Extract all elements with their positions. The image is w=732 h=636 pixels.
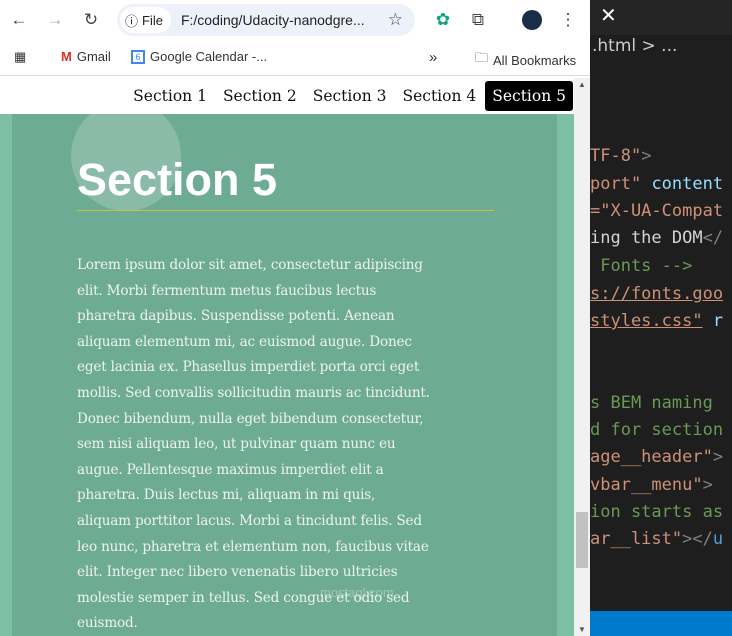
section-5: Section 5 Lorem ipsum dolor sit amet, co… — [12, 101, 557, 636]
paragraph-line: sem nisi aliquam leo, ut pulvinar quam n… — [77, 436, 396, 453]
nav-link-section-5[interactable]: Section 5 — [485, 81, 573, 111]
paragraph-line: aliquam porttitor lacus. Morbi a tincidu… — [77, 512, 422, 529]
address-bar[interactable]: ⓘ File F:/coding/Udacity-nanodgre... ☆ — [117, 4, 415, 36]
code-line: Fonts --> — [590, 256, 692, 276]
paragraph-line: Donec bibendum, nulla eget bibendum cons… — [77, 410, 424, 427]
code-line: ing the DOM</ — [590, 228, 723, 248]
chatgpt-extension-icon[interactable]: ✿ — [431, 8, 455, 32]
all-bookmarks-label: All Bookmarks — [493, 52, 577, 68]
code-token: > — [712, 447, 724, 467]
status-bar — [590, 611, 732, 636]
nav-link-section-2[interactable]: Section 2 — [216, 81, 304, 111]
reload-icon[interactable]: ↻ — [79, 8, 103, 32]
info-icon: ⓘ — [125, 13, 139, 29]
folder-icon: 🗀 — [475, 50, 489, 65]
paragraph-line: elit. Integer nec libero venenatis liber… — [77, 564, 398, 581]
page-scrollbar[interactable]: ▲ ▼ — [574, 78, 590, 636]
apps-grid-icon[interactable]: ▦ — [14, 49, 26, 65]
code-token: styles.css" — [590, 311, 703, 331]
code-token: > — [702, 475, 713, 495]
code-token: ing the DOM — [590, 228, 703, 248]
close-icon[interactable]: ✕ — [600, 3, 617, 27]
scrollbar-thumb[interactable] — [576, 512, 588, 568]
browser-toolbar: ← → ↻ ⓘ File F:/coding/Udacity-nanodgre..… — [0, 0, 590, 40]
back-icon[interactable]: ← — [7, 8, 31, 32]
code-token: ar__list" — [590, 529, 683, 549]
section-paragraph: Lorem ipsum dolor sit amet, consectetur … — [77, 253, 430, 636]
code-editor: ✕ .html > ... TF-8"> port" content ="X-UA-… — [590, 0, 732, 636]
paragraph-line: leo nunc, pharetra et elementum non, fau… — [77, 538, 429, 555]
extensions-icon[interactable]: ⧉ — [466, 8, 490, 32]
watermark: mostaql.com — [320, 585, 394, 600]
gmail-icon: M — [61, 49, 72, 64]
code-token: </ — [702, 228, 724, 248]
code-token: d for section — [590, 420, 724, 440]
code-token: u — [712, 529, 724, 549]
more-bookmarks-button[interactable]: » — [429, 49, 437, 66]
code-token: port" — [590, 174, 642, 194]
profile-avatar[interactable] — [520, 8, 544, 32]
paragraph-line: augue. Pellentesque maximus imperdiet el… — [77, 461, 384, 478]
code-line: age__header"> — [590, 447, 723, 467]
page-viewport: Section 5 Lorem ipsum dolor sit amet, co… — [0, 78, 574, 636]
code-token: TF-8" — [590, 146, 642, 166]
url-text[interactable]: F:/coding/Udacity-nanodgre... — [181, 12, 365, 28]
paragraph-line: euismod. — [77, 615, 138, 632]
bookmark-google-calendar[interactable]: 6 Google Calendar -... — [131, 49, 267, 64]
paragraph-line: elit. Morbi fermentum metus faucibus lec… — [77, 282, 377, 299]
bookmark-label: Gmail — [76, 49, 111, 64]
code-token: r — [712, 311, 724, 331]
code-line: ar__list"></u — [590, 529, 723, 549]
chip-label: File — [142, 12, 163, 28]
code-line: vbar__menu"> — [590, 475, 713, 495]
breadcrumb[interactable]: .html > ... — [592, 36, 677, 56]
code-token: > — [641, 146, 652, 166]
code-line: s BEM naming — [590, 393, 713, 413]
code-token: s BEM naming — [590, 393, 713, 413]
browser-window: ← → ↻ ⓘ File F:/coding/Udacity-nanodgre..… — [0, 0, 590, 636]
paragraph-line: aliquam elementum mi, ac euismod augue. … — [77, 333, 412, 350]
bookmarks-bar: ▦ M Gmail 6 Google Calendar -... » 🗀 All Bo… — [0, 40, 590, 76]
code-token: vbar__menu" — [590, 475, 703, 495]
code-token: Fonts --> — [590, 256, 693, 276]
navbar: Section 1 Section 2 Section 3 Section 4 Sect… — [0, 78, 574, 114]
code-line: TF-8"> — [590, 146, 651, 166]
bookmark-star-icon[interactable]: ☆ — [388, 10, 403, 30]
menu-kebab-icon[interactable]: ⋮ — [556, 8, 580, 32]
nav-link-section-1[interactable]: Section 1 — [126, 81, 214, 111]
code-line: s://fonts.goo — [590, 284, 723, 304]
editor-titlebar: ✕ — [590, 0, 732, 35]
code-line: ="X-UA-Compat — [590, 201, 723, 221]
section-title: Section 5 — [77, 154, 278, 205]
code-line: d for section — [590, 420, 723, 440]
paragraph-line: pharetra. Duis lectus mi, aliquam in mi … — [77, 487, 376, 504]
nav-link-section-4[interactable]: Section 4 — [395, 81, 483, 111]
forward-icon[interactable]: → — [43, 8, 67, 32]
nav-link-section-3[interactable]: Section 3 — [306, 81, 394, 111]
code-token: age__header" — [590, 447, 713, 467]
code-line: port" content — [590, 174, 723, 194]
scroll-down-icon[interactable]: ▼ — [578, 625, 586, 634]
code-line: ion starts as — [590, 502, 723, 522]
code-token: ></ — [682, 529, 713, 549]
all-bookmarks-button[interactable]: 🗀 All Bookmarks — [475, 49, 576, 71]
paragraph-line: eget lacinia ex. Phasellus imperdiet por… — [77, 359, 420, 376]
paragraph-line: mollis. Sed convallis sollicitudin mauri… — [77, 384, 430, 401]
calendar-icon: 6 — [131, 49, 145, 64]
bookmark-label: Google Calendar -... — [150, 49, 268, 64]
site-info-chip[interactable]: ⓘ File — [120, 7, 171, 33]
scroll-up-icon[interactable]: ▲ — [578, 80, 586, 89]
code-token: s://fonts.goo — [590, 284, 724, 304]
title-underline — [77, 210, 494, 211]
bookmark-gmail[interactable]: M Gmail — [61, 49, 111, 64]
paragraph-line: pharetra dapibus. Suspendisse potenti. A… — [77, 308, 395, 325]
code-token: ion starts as — [590, 502, 724, 522]
code-line: styles.css" r — [590, 311, 723, 331]
code-token: content — [651, 174, 724, 194]
paragraph-line: Lorem ipsum dolor sit amet, consectetur … — [77, 257, 423, 273]
code-token: ="X-UA-Compat — [590, 201, 724, 221]
